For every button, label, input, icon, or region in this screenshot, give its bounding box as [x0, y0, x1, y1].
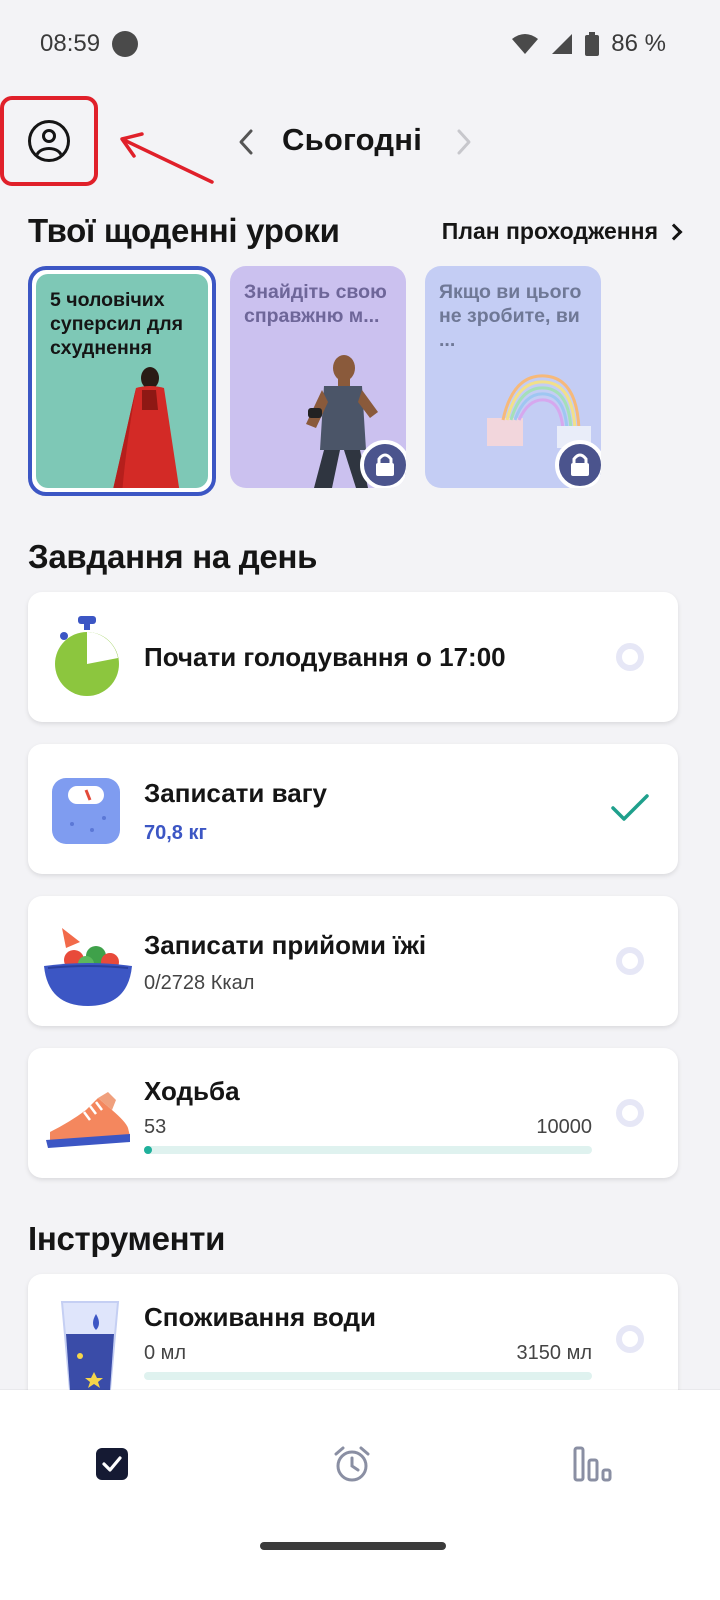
water-current: 0 мл [144, 1342, 187, 1364]
task-title: Записати вагу [144, 778, 328, 808]
slinky-toy-image [487, 374, 591, 448]
lesson-card-title: 5 чоловічих суперсил для схуднення [50, 289, 184, 359]
lesson-card-title: Знайдіть свою справжню м... [244, 281, 387, 327]
task-card-weight[interactable]: Записати вагу 70,8 кг [28, 744, 678, 874]
profile-icon [28, 120, 70, 162]
steps-goal: 10000 [536, 1116, 592, 1138]
task-title: Ходьба [144, 1076, 240, 1106]
chevron-right-icon [665, 223, 683, 240]
status-time: 08:59 [40, 30, 101, 57]
superhero-cape-image [113, 367, 180, 488]
wifi-icon [512, 34, 539, 54]
lesson-card-body: Знайдіть свою справжню м... [230, 266, 406, 488]
signal-icon [552, 34, 573, 54]
status-left: 08:59 [40, 30, 139, 58]
notification-dot-icon [112, 31, 139, 57]
scale-icon [52, 778, 120, 844]
bottom-navigation [0, 1390, 720, 1600]
tools-title: Інструменти [28, 1220, 226, 1257]
lesson-card-body: Якщо ви цього не зробите, ви ... [425, 266, 601, 488]
lock-icon [376, 453, 394, 476]
page-title: Сьогодні [281, 122, 423, 157]
lesson-card[interactable]: Знайдіть свою справжню м... [230, 266, 406, 488]
lock-icon [571, 453, 589, 476]
status-bar: 08:59 86 % [0, 0, 720, 88]
task-status-toggle[interactable] [616, 947, 644, 975]
tool-status-toggle[interactable] [616, 1325, 644, 1353]
task-card-fasting[interactable]: Почати голодування о 17:00 [28, 592, 678, 722]
lesson-card[interactable]: 5 чоловічих суперсил для схуднення [28, 266, 216, 496]
lock-badge [555, 440, 601, 488]
battery-level: 86 % [611, 30, 666, 57]
salad-bowl-icon [44, 928, 132, 1006]
chevron-right-icon [457, 129, 471, 155]
tasks-icon [96, 1448, 128, 1480]
task-title: Почати голодування о 17:00 [144, 642, 506, 672]
plan-link[interactable]: План проходження [441, 218, 683, 245]
task-subtitle: 70,8 кг [144, 822, 207, 844]
lesson-card-body: 5 чоловічих суперсил для схуднення [36, 274, 208, 488]
task-status-toggle[interactable] [616, 643, 644, 671]
tasks-title: Завдання на день [28, 538, 318, 575]
battery-icon [585, 32, 600, 56]
home-indicator[interactable] [260, 1542, 446, 1550]
lesson-card-title: Якщо ви цього не зробите, ви ... [439, 281, 582, 351]
nav-stats[interactable] [568, 1440, 616, 1488]
steps-current: 53 [144, 1116, 167, 1138]
annotation-arrow-icon [120, 132, 214, 184]
sneaker-icon [46, 1092, 130, 1148]
task-subtitle: 0/2728 Ккал [144, 972, 255, 994]
lessons-carousel[interactable]: 5 чоловічих суперсил для схуднення Знайд… [28, 266, 720, 496]
next-day-button[interactable] [444, 122, 484, 162]
water-goal: 3150 мл [516, 1342, 592, 1364]
previous-day-button[interactable] [226, 122, 266, 162]
steps-progress-bar [144, 1146, 592, 1154]
nav-tasks[interactable] [88, 1440, 136, 1488]
tool-card-water[interactable]: Споживання води 0 мл 3150 мл [28, 1274, 678, 1404]
timer-icon [55, 616, 119, 696]
steps-progress-fill [144, 1146, 152, 1154]
task-status-toggle[interactable] [616, 1099, 644, 1127]
water-glass-icon [60, 1301, 120, 1391]
nav-fasting[interactable] [328, 1440, 376, 1488]
lesson-card[interactable]: Якщо ви цього не зробите, ви ... [425, 266, 601, 488]
status-right: 86 % [511, 30, 666, 58]
task-card-walking[interactable]: Ходьба 53 10000 [28, 1048, 678, 1178]
tool-title: Споживання води [144, 1302, 377, 1332]
lock-badge [360, 440, 406, 488]
profile-button[interactable] [0, 96, 98, 186]
alarm-clock-icon [334, 1446, 370, 1482]
water-progress-bar [144, 1372, 592, 1380]
chevron-left-icon [239, 129, 253, 155]
stats-icon [573, 1446, 612, 1482]
plan-link-label: План проходження [441, 218, 658, 244]
check-icon[interactable] [610, 792, 650, 824]
task-title: Записати прийоми їжі [144, 930, 427, 960]
lessons-title: Твої щоденні уроки [28, 212, 340, 249]
task-card-meals[interactable]: Записати прийоми їжі 0/2728 Ккал [28, 896, 678, 1026]
